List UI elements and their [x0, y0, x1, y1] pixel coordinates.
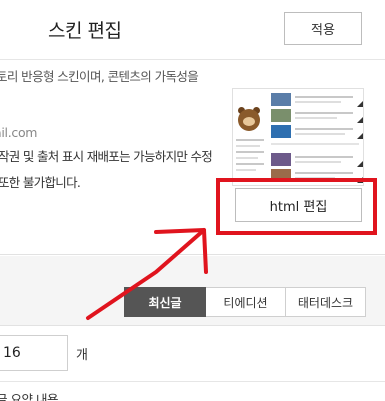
skin-description: 토리 반응형 스킨이며, 콘텐츠의 가독성을 — [0, 69, 199, 84]
license-notice-line2: 또한 불가합니다. — [0, 175, 81, 190]
header: 스킨 편집 적용 — [0, 0, 385, 60]
tab-recent-posts[interactable]: 최신글 — [124, 287, 206, 317]
skin-thumbnail — [232, 88, 364, 186]
license-notice-line1: 작권 및 출처 표시 재배포는 가능하지만 수정 — [0, 149, 213, 164]
thumbnail-photo-2 — [271, 109, 291, 122]
thumbnail-photo-3 — [271, 125, 291, 138]
author-email: ail.com — [0, 125, 38, 140]
thumbnail-photo-4 — [271, 153, 291, 166]
divider — [0, 381, 385, 382]
post-count-unit: 개 — [76, 348, 88, 363]
page-title: 스킨 편집 — [48, 20, 122, 42]
post-count-input[interactable] — [0, 335, 68, 371]
tab-t-edition[interactable]: 티에디션 — [206, 287, 286, 317]
highlight-box — [216, 178, 377, 235]
tab-bar: 최신글 티에디션 태터데스크 — [124, 287, 366, 317]
apply-button[interactable]: 적용 — [284, 12, 362, 45]
bear-avatar-icon — [238, 109, 260, 131]
tab-tatter-desk[interactable]: 태터데스크 — [286, 287, 366, 317]
thumbnail-photo-1 — [271, 93, 291, 106]
setting-label-cut: 글 요약 내용 ... — [0, 392, 72, 401]
